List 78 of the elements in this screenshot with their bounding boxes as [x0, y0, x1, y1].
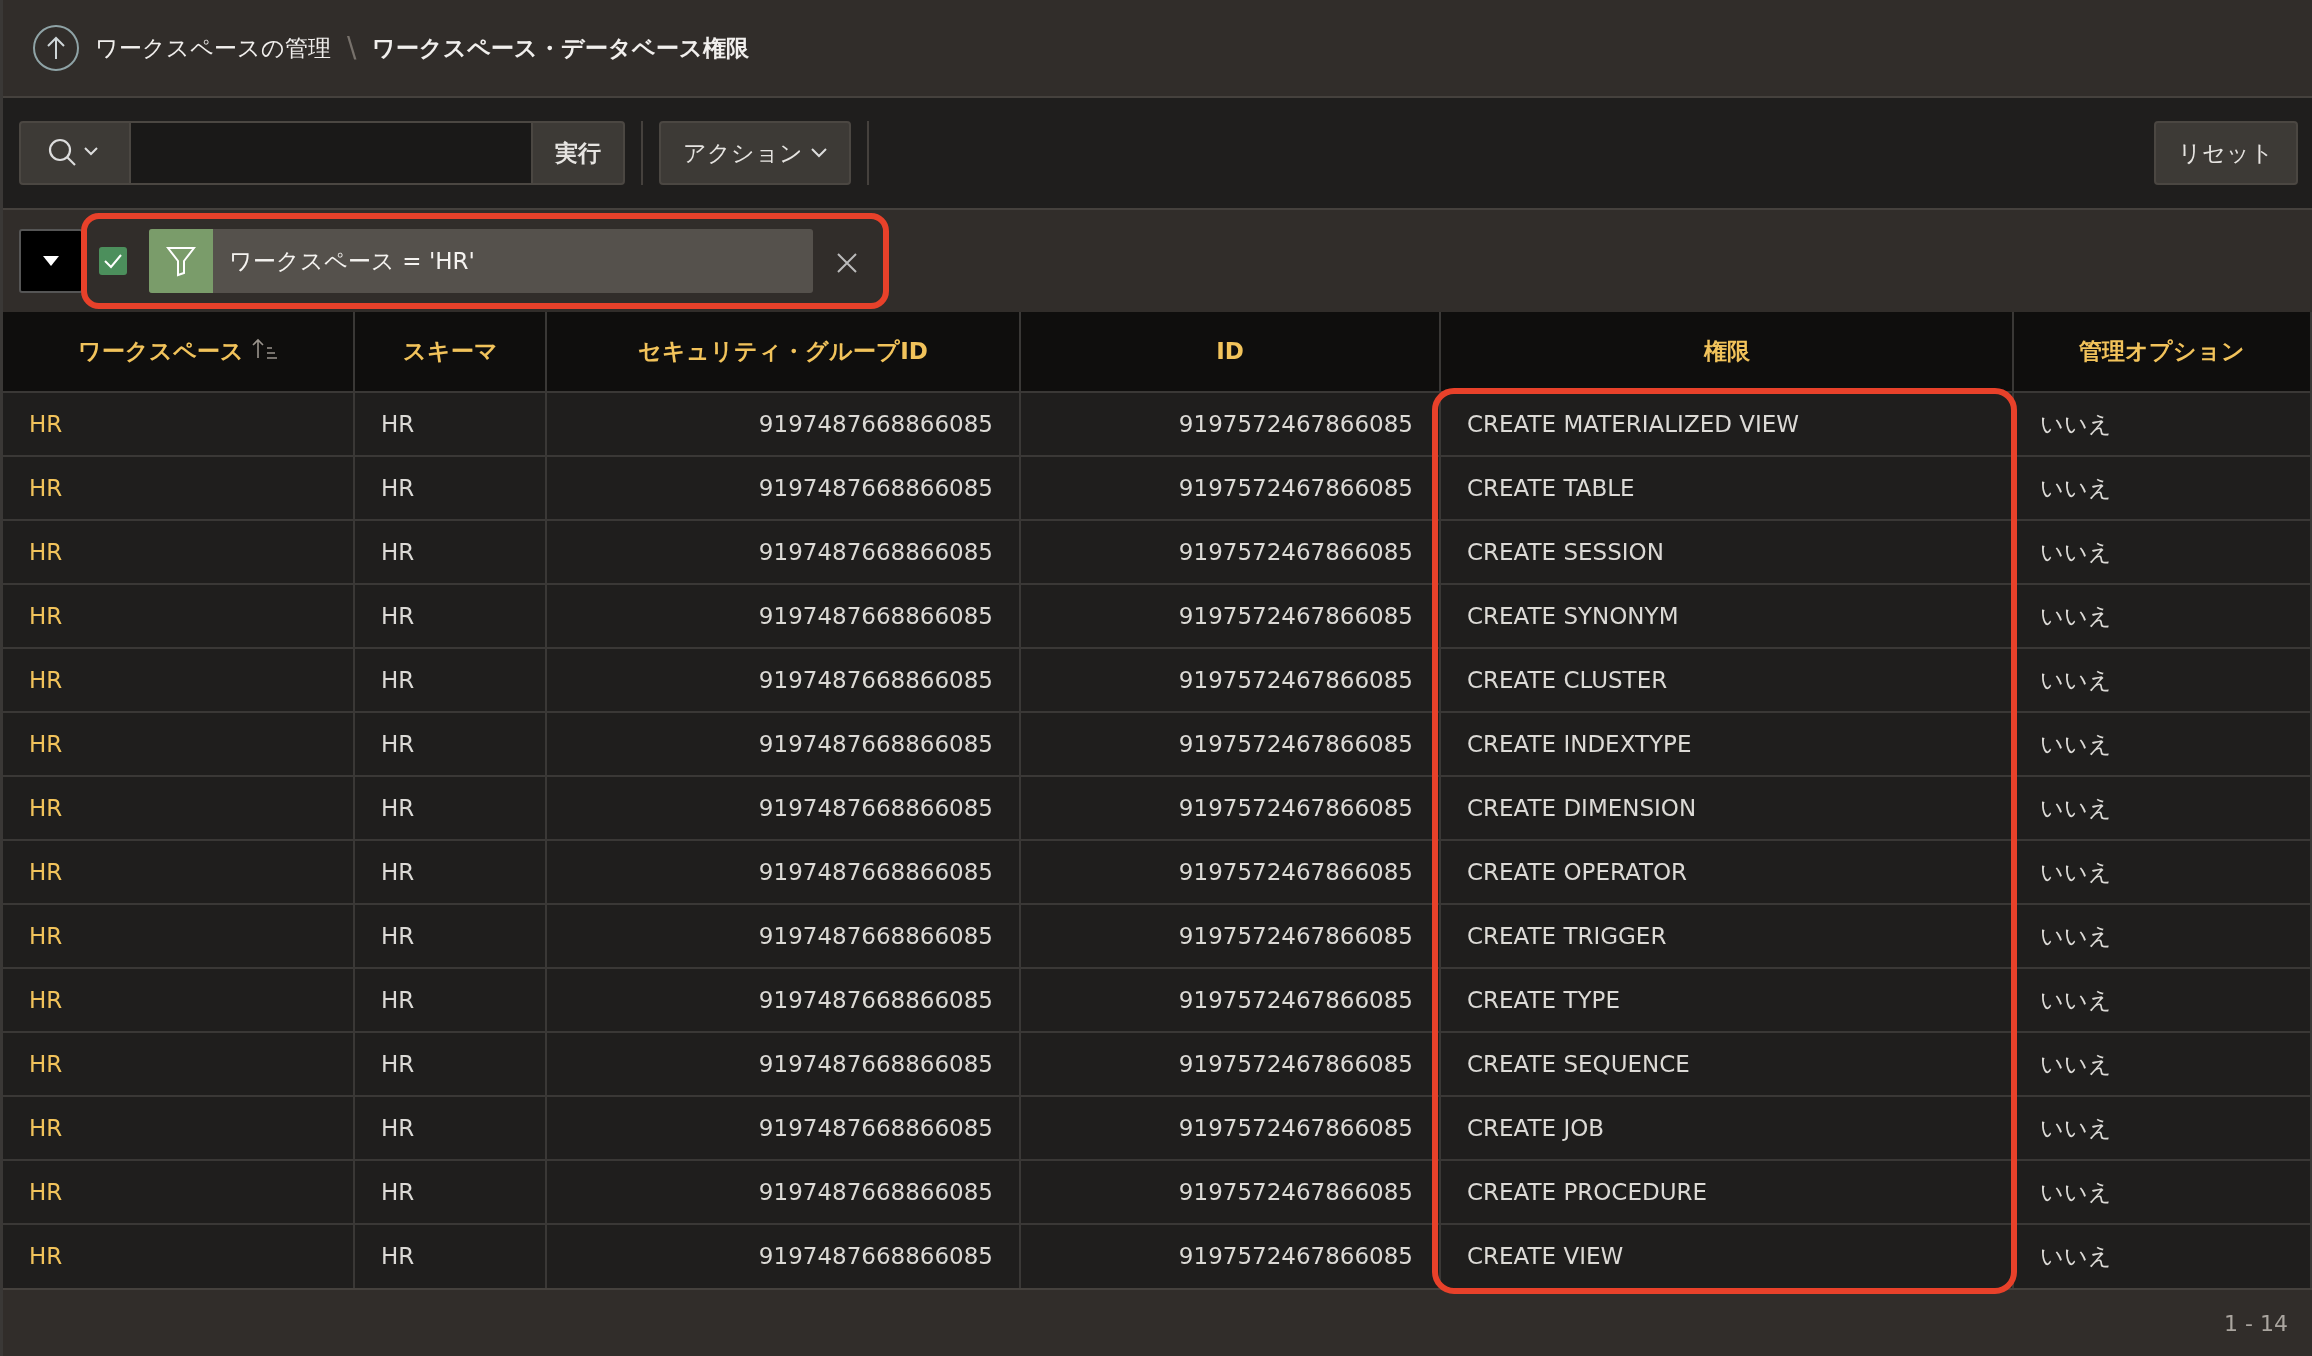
table-cell: HR [354, 1096, 546, 1160]
workspace-link[interactable]: HR [3, 1224, 354, 1288]
table-cell: 9197487668866085 [546, 904, 1020, 968]
column-header[interactable]: スキーマ [402, 338, 498, 365]
table-cell: 9197487668866085 [546, 456, 1020, 520]
filter-checkbox[interactable] [99, 247, 127, 275]
pagination-range: 1 - 14 [2224, 1309, 2288, 1338]
workspace-link[interactable]: HR [3, 776, 354, 840]
workspace-link[interactable]: HR [3, 712, 354, 776]
workspace-link[interactable]: HR [3, 520, 354, 584]
table-cell: HR [354, 904, 546, 968]
table-cell: HR [354, 1224, 546, 1288]
column-header[interactable]: ワークスペース [78, 338, 244, 365]
table-cell: 9197487668866085 [546, 520, 1020, 584]
table-cell: CREATE PROCEDURE [1440, 1160, 2013, 1224]
search-menu-button[interactable] [19, 121, 131, 185]
column-header[interactable]: ID [1216, 338, 1244, 365]
table-cell: CREATE SEQUENCE [1440, 1032, 2013, 1096]
table-cell: 9197487668866085 [546, 1224, 1020, 1288]
triangle-down-icon [41, 254, 61, 268]
table-cell: HR [354, 456, 546, 520]
table-cell: 9197487668866085 [546, 648, 1020, 712]
search-field[interactable] [131, 121, 531, 185]
workspace-link[interactable]: HR [3, 1032, 354, 1096]
reset-button[interactable]: リセット [2154, 121, 2298, 185]
table-cell: HR [354, 392, 546, 456]
table-cell: CREATE JOB [1440, 1096, 2013, 1160]
table-cell: 9197487668866085 [546, 1032, 1020, 1096]
table-cell: CREATE OPERATOR [1440, 840, 2013, 904]
table-cell: 9197487668866085 [546, 712, 1020, 776]
table-cell: CREATE TRIGGER [1440, 904, 2013, 968]
table-cell: 9197487668866085 [546, 1096, 1020, 1160]
workspace-link[interactable]: HR [3, 968, 354, 1032]
table-cell: HR [354, 648, 546, 712]
table-cell: 9197487668866085 [546, 840, 1020, 904]
column-header[interactable]: 管理オプション [2079, 338, 2245, 365]
workspace-link[interactable]: HR [3, 1160, 354, 1224]
table-cell: HR [354, 776, 546, 840]
breadcrumb-link[interactable]: ワークスペースの管理 [95, 30, 331, 66]
workspace-link[interactable]: HR [3, 584, 354, 648]
table-cell: CREATE DIMENSION [1440, 776, 2013, 840]
workspace-link[interactable]: HR [3, 1096, 354, 1160]
table-cell: CREATE SESSION [1440, 520, 2013, 584]
workspace-link[interactable]: HR [3, 840, 354, 904]
table-cell: HR [354, 520, 546, 584]
workspace-link[interactable]: HR [3, 456, 354, 520]
chevron-down-icon [811, 148, 827, 158]
table-cell: HR [354, 1160, 546, 1224]
filter-text: ワークスペース = 'HR' [228, 246, 475, 276]
go-button[interactable]: 実行 [531, 121, 625, 185]
table-cell: いいえ [2013, 392, 2311, 456]
table-cell: CREATE TYPE [1440, 968, 2013, 1032]
collapse-toggle-button[interactable] [19, 229, 83, 293]
table-cell: 9197487668866085 [546, 584, 1020, 648]
table-cell: CREATE CLUSTER [1440, 648, 2013, 712]
table-cell: 9197487668866085 [546, 776, 1020, 840]
table-cell: HR [354, 840, 546, 904]
table-cell: CREATE TABLE [1440, 456, 2013, 520]
actions-button[interactable]: アクション [659, 121, 851, 185]
table-cell: CREATE INDEXTYPE [1440, 712, 2013, 776]
table-cell: いいえ [2013, 1224, 2311, 1288]
table-cell: 9197487668866085 [546, 968, 1020, 1032]
column-header[interactable]: 権限 [1703, 338, 1750, 365]
table-cell: HR [354, 584, 546, 648]
page-title: ワークスペース・データベース権限 [372, 33, 750, 63]
table-cell: HR [354, 712, 546, 776]
filter-funnel-icon [149, 229, 213, 293]
table-cell: HR [354, 1032, 546, 1096]
checkmark-icon [103, 253, 123, 269]
breadcrumb-separator: \ [347, 30, 357, 66]
filter-chip[interactable]: ワークスペース = 'HR' [149, 229, 813, 293]
workspace-link[interactable]: HR [3, 904, 354, 968]
table-cell: CREATE SYNONYM [1440, 584, 2013, 648]
workspace-link[interactable]: HR [3, 648, 354, 712]
table-cell: HR [354, 968, 546, 1032]
table-cell: 9197487668866085 [546, 1160, 1020, 1224]
table-cell: 9197487668866085 [546, 392, 1020, 456]
workspace-link[interactable]: HR [3, 392, 354, 456]
